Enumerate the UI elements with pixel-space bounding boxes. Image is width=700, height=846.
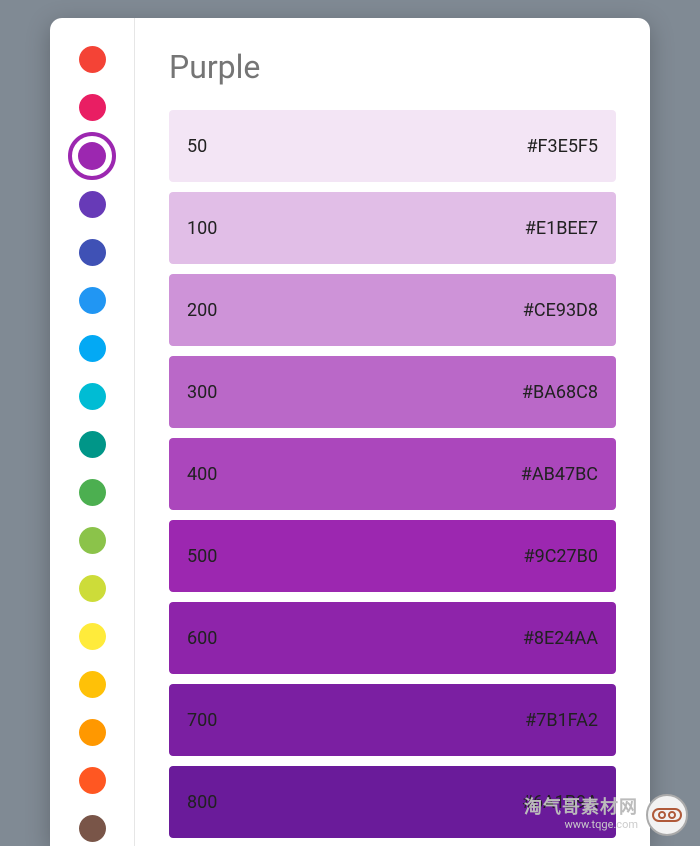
watermark-icon	[646, 794, 688, 836]
shade-label: 50	[187, 136, 207, 157]
shade-row[interactable]: 100 #E1BEE7	[169, 192, 616, 264]
shade-label: 400	[187, 464, 217, 485]
shade-label: 800	[187, 792, 217, 813]
color-dot[interactable]	[79, 191, 106, 218]
color-dot[interactable]	[79, 719, 106, 746]
color-dot[interactable]	[79, 815, 106, 842]
shade-row[interactable]: 200 #CE93D8	[169, 274, 616, 346]
color-dot[interactable]	[79, 479, 106, 506]
shade-hex: #BA68C8	[522, 382, 598, 403]
color-sidebar	[50, 18, 135, 846]
shade-hex: #AB47BC	[521, 464, 598, 485]
shade-hex: #E1BEE7	[525, 218, 598, 239]
color-dot[interactable]	[79, 94, 106, 121]
watermark-url: www.tqge.com	[565, 819, 638, 832]
shade-hex: #9C27B0	[524, 546, 598, 567]
shade-label: 100	[187, 218, 217, 239]
watermark: 淘气哥素材网 www.tqge.com	[524, 794, 688, 836]
shade-row[interactable]: 300 #BA68C8	[169, 356, 616, 428]
shade-row[interactable]: 700 #7B1FA2	[169, 684, 616, 756]
shade-row[interactable]: 500 #9C27B0	[169, 520, 616, 592]
shade-list: 50 #F3E5F5 100 #E1BEE7 200 #CE93D8 300 #BA68C8 4…	[169, 110, 616, 838]
color-dot[interactable]	[79, 671, 106, 698]
shade-hex: #F3E5F5	[526, 136, 598, 157]
color-dot[interactable]	[79, 383, 106, 410]
color-dot[interactable]	[79, 431, 106, 458]
shade-hex: #7B1FA2	[525, 710, 598, 731]
color-dot[interactable]	[79, 239, 106, 266]
color-dot[interactable]	[79, 767, 106, 794]
color-dot[interactable]	[79, 46, 106, 73]
shade-row[interactable]: 400 #AB47BC	[169, 438, 616, 510]
palette-card: Purple 50 #F3E5F5 100 #E1BEE7 200 #CE93D8 300 #…	[50, 18, 650, 846]
main-panel: Purple 50 #F3E5F5 100 #E1BEE7 200 #CE93D8 300 #…	[135, 18, 650, 846]
color-dot[interactable]	[79, 335, 106, 362]
color-dot-selected[interactable]	[68, 132, 116, 180]
shade-row[interactable]: 600 #8E24AA	[169, 602, 616, 674]
shade-label: 500	[187, 546, 217, 567]
shade-row[interactable]: 50 #F3E5F5	[169, 110, 616, 182]
color-dot[interactable]	[79, 623, 106, 650]
palette-title: Purple	[169, 48, 616, 86]
color-dot[interactable]	[79, 287, 106, 314]
shade-label: 600	[187, 628, 217, 649]
color-dot[interactable]	[79, 575, 106, 602]
watermark-title: 淘气哥素材网	[524, 798, 638, 819]
shade-hex: #8E24AA	[523, 628, 598, 649]
shade-label: 700	[187, 710, 217, 731]
color-dot-inner	[78, 142, 106, 170]
color-dot[interactable]	[79, 527, 106, 554]
shade-label: 300	[187, 382, 217, 403]
shade-hex: #CE93D8	[523, 300, 598, 321]
shade-label: 200	[187, 300, 217, 321]
